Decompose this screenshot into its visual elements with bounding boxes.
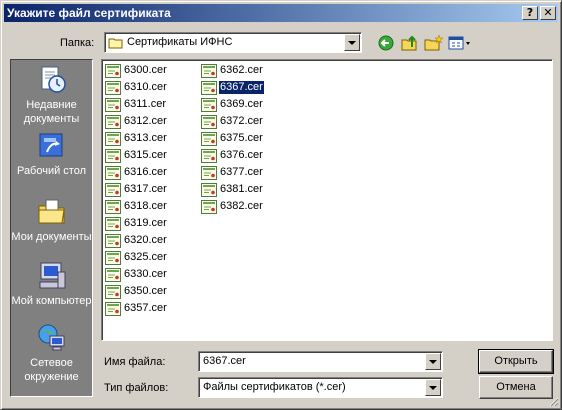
folder-value: Сертификаты ИФНС <box>127 36 233 48</box>
file-name: 6381.cer <box>220 183 263 195</box>
place-label: Мои документы <box>11 231 92 243</box>
certificate-icon <box>105 149 121 163</box>
certificate-icon <box>201 200 217 214</box>
recent-documents-icon <box>41 66 66 93</box>
place-my-documents[interactable]: Мои документы <box>11 196 92 244</box>
certificate-icon <box>201 149 217 163</box>
place-label: Мой компьютер <box>11 295 92 307</box>
file-name: 6362.cer <box>220 64 263 76</box>
file-name: 6315.cer <box>124 149 167 161</box>
file-name: 6318.cer <box>124 200 167 212</box>
certificate-icon <box>105 132 121 146</box>
place-desktop[interactable]: Рабочий стол <box>11 130 92 178</box>
up-folder-icon[interactable] <box>400 34 422 52</box>
certificate-icon <box>105 251 121 265</box>
filetype-dropdown-button[interactable] <box>425 379 441 396</box>
filename-dropdown-button[interactable] <box>425 353 441 370</box>
file-name: 6313.cer <box>124 132 167 144</box>
certificate-icon <box>105 166 121 180</box>
file-name: 6369.cer <box>220 98 263 110</box>
certificate-icon <box>105 64 121 78</box>
place-my-computer[interactable]: Мой компьютер <box>11 260 92 308</box>
view-menu-icon[interactable] <box>447 34 473 52</box>
dialog-title: Укажите файл сертификата <box>7 6 171 20</box>
certificate-icon <box>201 98 217 112</box>
file-list[interactable]: 6300.cer 6310.cer 6311.cer 6312.cer 6313.cer… <box>101 59 553 341</box>
folder-icon <box>108 38 123 49</box>
back-icon[interactable] <box>377 34 399 52</box>
certificate-icon <box>105 234 121 248</box>
file-name: 6300.cer <box>124 64 167 76</box>
certificate-icon <box>105 302 121 316</box>
close-button[interactable]: ✕ <box>540 6 556 20</box>
help-button[interactable]: ? <box>522 6 538 20</box>
file-name: 6312.cer <box>124 115 167 127</box>
file-name: 6375.cer <box>220 132 263 144</box>
certificate-icon <box>105 285 121 299</box>
place-label: Сетевое окружение <box>24 357 79 383</box>
file-name: 6317.cer <box>124 183 167 195</box>
file-name: 6316.cer <box>124 166 167 178</box>
file-name: 6382.cer <box>220 200 263 212</box>
file-name: 6377.cer <box>220 166 263 178</box>
filename-value: 6367.cer <box>203 355 246 367</box>
folder-label: Папка: <box>60 37 95 49</box>
folder-combo[interactable]: Сертификаты ИФНС <box>104 32 362 53</box>
file-name: 6372.cer <box>220 115 263 127</box>
certificate-icon <box>105 268 121 282</box>
file-name: 6357.cer <box>124 302 167 314</box>
my-computer-icon <box>39 262 65 289</box>
file-open-dialog: Укажите файл сертификата ? ✕ Папка: Серт… <box>0 0 562 410</box>
certificate-icon <box>105 115 121 129</box>
folder-dropdown-button[interactable] <box>344 34 360 51</box>
filetype-value: Файлы сертификатов (*.cer) <box>203 381 346 393</box>
filetype-select[interactable]: Файлы сертификатов (*.cer) <box>198 377 443 398</box>
certificate-icon <box>105 217 121 231</box>
certificate-icon <box>105 81 121 95</box>
file-name: 6367.cer <box>218 80 265 95</box>
place-network[interactable]: Сетевое окружение <box>11 322 92 384</box>
new-folder-icon[interactable] <box>423 34 445 52</box>
file-name: 6310.cer <box>124 81 167 93</box>
filename-label: Имя файла: <box>104 356 166 368</box>
file-name: 6311.cer <box>124 98 166 110</box>
places-bar: Недавние документы Рабочий стол Мои доку… <box>10 59 93 397</box>
certificate-icon <box>201 132 217 146</box>
certificate-icon <box>201 81 217 95</box>
my-documents-icon <box>38 199 65 224</box>
filename-input[interactable]: 6367.cer <box>198 351 443 372</box>
certificate-icon <box>201 183 217 197</box>
place-recent-documents[interactable]: Недавние документы <box>11 64 92 126</box>
place-label: Недавние документы <box>23 99 80 125</box>
file-name: 6325.cer <box>124 251 167 263</box>
desktop-icon <box>39 133 62 157</box>
file-name: 6376.cer <box>220 149 263 161</box>
file-name: 6320.cer <box>124 234 167 246</box>
filetype-label: Тип файлов: <box>104 382 169 394</box>
resize-grip-icon[interactable] <box>547 395 559 407</box>
file-name: 6350.cer <box>124 285 167 297</box>
file-name: 6319.cer <box>124 217 167 229</box>
network-places-icon <box>38 324 64 351</box>
certificate-icon <box>105 98 121 112</box>
certificate-icon <box>105 183 121 197</box>
certificate-icon <box>201 166 217 180</box>
cancel-button[interactable]: Отмена <box>479 376 553 399</box>
file-name: 6330.cer <box>124 268 167 280</box>
certificate-icon <box>201 64 217 78</box>
title-bar[interactable]: Укажите файл сертификата ? ✕ <box>4 4 558 22</box>
open-button[interactable]: Открыть <box>478 349 554 374</box>
place-label: Рабочий стол <box>16 165 87 177</box>
certificate-icon <box>105 200 121 214</box>
certificate-icon <box>201 115 217 129</box>
